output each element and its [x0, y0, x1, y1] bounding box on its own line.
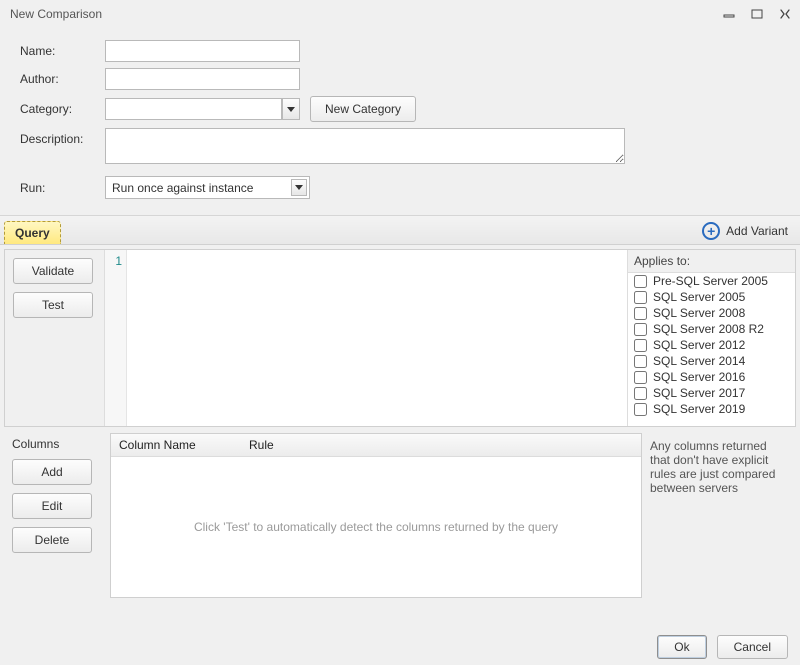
applies-to-item-label: SQL Server 2019	[653, 402, 745, 416]
window-title: New Comparison	[10, 7, 102, 21]
cancel-button[interactable]: Cancel	[717, 635, 788, 659]
columns-heading: Columns	[12, 437, 96, 451]
category-input[interactable]	[105, 98, 282, 120]
applies-to-item[interactable]: SQL Server 2008	[628, 305, 795, 321]
applies-to-item-label: SQL Server 2005	[653, 290, 745, 304]
category-dropdown-button[interactable]	[282, 98, 300, 120]
delete-column-button[interactable]: Delete	[12, 527, 92, 553]
applies-to-item[interactable]: SQL Server 2014	[628, 353, 795, 369]
maximize-icon[interactable]	[750, 7, 764, 21]
tab-query[interactable]: Query	[4, 221, 61, 244]
add-column-button[interactable]: Add	[12, 459, 92, 485]
applies-to-checkbox[interactable]	[634, 307, 647, 320]
name-input[interactable]	[105, 40, 300, 62]
edit-column-button[interactable]: Edit	[12, 493, 92, 519]
applies-to-item[interactable]: Pre-SQL Server 2005	[628, 273, 795, 289]
applies-to-item-label: SQL Server 2016	[653, 370, 745, 384]
query-editor[interactable]	[127, 250, 627, 426]
applies-to-item-label: SQL Server 2008 R2	[653, 322, 764, 336]
run-value: Run once against instance	[112, 181, 253, 195]
description-input[interactable]	[105, 128, 625, 164]
applies-to-item-label: SQL Server 2012	[653, 338, 745, 352]
applies-to-label: Applies to:	[628, 250, 795, 272]
category-combobox[interactable]	[105, 98, 300, 120]
applies-to-item[interactable]: SQL Server 2019	[628, 401, 795, 417]
applies-to-checkbox[interactable]	[634, 291, 647, 304]
minimize-icon[interactable]	[722, 7, 736, 21]
column-header-name[interactable]: Column Name	[111, 434, 241, 456]
applies-to-item-label: SQL Server 2014	[653, 354, 745, 368]
new-category-button[interactable]: New Category	[310, 96, 416, 122]
name-label: Name:	[20, 44, 105, 58]
author-label: Author:	[20, 72, 105, 86]
applies-to-item-label: SQL Server 2008	[653, 306, 745, 320]
applies-to-checkbox[interactable]	[634, 275, 647, 288]
applies-to-item-label: SQL Server 2017	[653, 386, 745, 400]
validate-button[interactable]: Validate	[13, 258, 93, 284]
applies-to-item[interactable]: SQL Server 2012	[628, 337, 795, 353]
applies-to-item-label: Pre-SQL Server 2005	[653, 274, 768, 288]
test-button[interactable]: Test	[13, 292, 93, 318]
run-dropdown[interactable]: Run once against instance	[105, 176, 310, 199]
description-label: Description:	[20, 128, 105, 146]
column-header-rule[interactable]: Rule	[241, 434, 641, 456]
category-label: Category:	[20, 102, 105, 116]
applies-to-checkbox[interactable]	[634, 323, 647, 336]
applies-to-checkbox[interactable]	[634, 403, 647, 416]
run-label: Run:	[20, 181, 105, 195]
author-input[interactable]	[105, 68, 300, 90]
plus-circle-icon: +	[702, 222, 720, 240]
applies-to-item[interactable]: SQL Server 2017	[628, 385, 795, 401]
applies-to-item[interactable]: SQL Server 2005	[628, 289, 795, 305]
applies-to-checkbox[interactable]	[634, 339, 647, 352]
chevron-down-icon	[295, 185, 303, 190]
close-icon[interactable]	[778, 7, 792, 21]
columns-placeholder: Click 'Test' to automatically detect the…	[194, 520, 558, 534]
add-variant-button[interactable]: + Add Variant	[700, 218, 790, 244]
applies-to-checkbox[interactable]	[634, 355, 647, 368]
applies-to-list[interactable]: Pre-SQL Server 2005 SQL Server 2005 SQL Se…	[628, 272, 795, 426]
applies-to-item[interactable]: SQL Server 2016	[628, 369, 795, 385]
editor-gutter: 1	[105, 250, 127, 426]
columns-help-text: Any columns returned that don't have exp…	[648, 433, 796, 598]
add-variant-label: Add Variant	[726, 224, 788, 238]
applies-to-checkbox[interactable]	[634, 387, 647, 400]
ok-button[interactable]: Ok	[657, 635, 706, 659]
chevron-down-icon	[287, 107, 295, 112]
applies-to-item[interactable]: SQL Server 2008 R2	[628, 321, 795, 337]
applies-to-checkbox[interactable]	[634, 371, 647, 384]
